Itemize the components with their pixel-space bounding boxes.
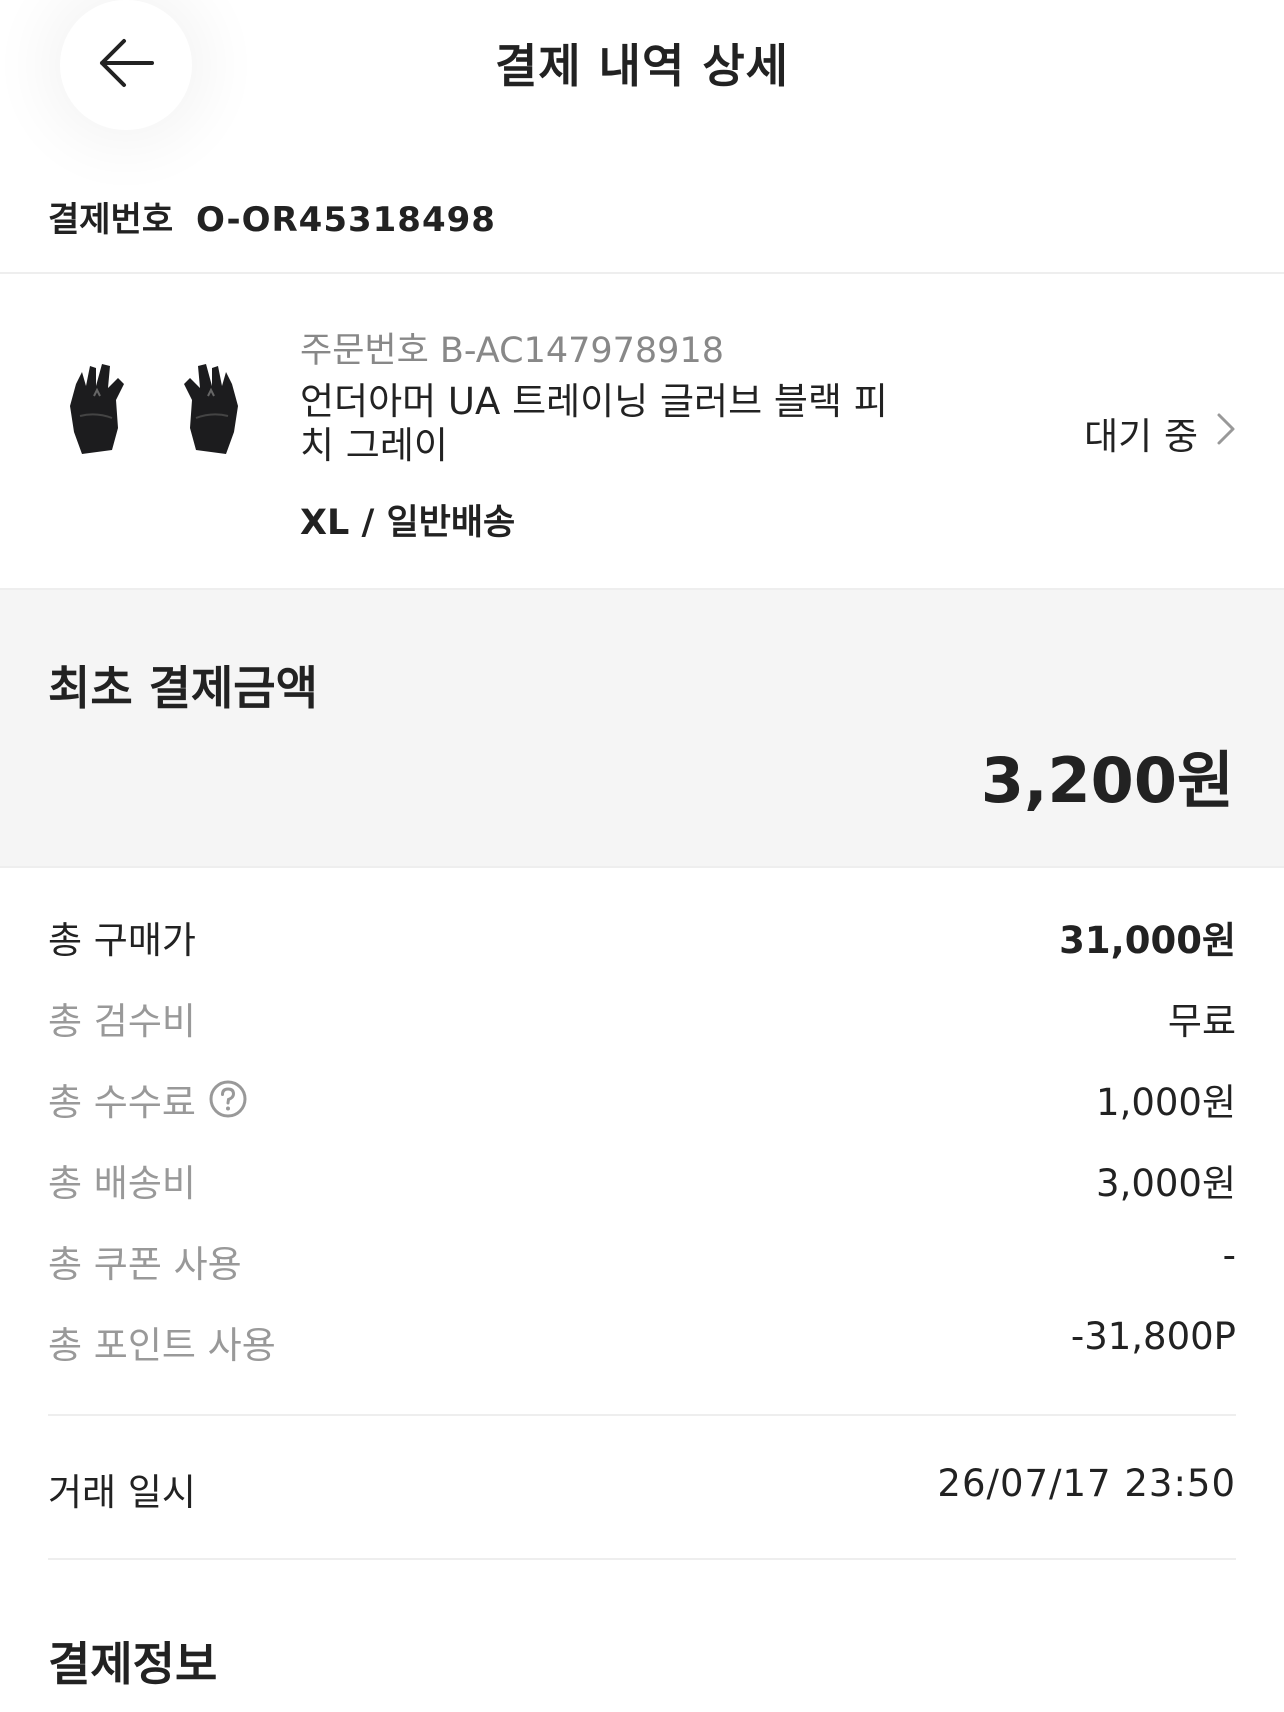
- payment-number-value: O-OR45318498: [195, 200, 496, 240]
- breakdown-row: 총 배송비 3,000원: [48, 1143, 1236, 1224]
- payment-info-title: 결제정보: [48, 1637, 218, 1691]
- breakdown-value: -: [1222, 1234, 1236, 1277]
- product-name: 언더아머 UA 트레이닝 글러브 블랙 피치 그레이: [300, 380, 888, 467]
- divider: [48, 1414, 1236, 1416]
- breakdown-label: 총 쿠폰 사용: [48, 1243, 242, 1286]
- divider: [48, 1558, 1236, 1560]
- breakdown-value: -31,800P: [1070, 1315, 1236, 1358]
- breakdown-label: 총 검수비: [48, 1000, 196, 1043]
- question-circle-icon[interactable]: [208, 1079, 248, 1119]
- order-status[interactable]: 대기 중: [1084, 406, 1236, 460]
- page-title: 결제 내역 상세: [495, 39, 789, 93]
- payment-number-label: 결제번호: [48, 200, 174, 240]
- breakdown-label-with-help: 총 수수료: [48, 1072, 248, 1126]
- order-number: 주문번호 B-AC147978918: [300, 331, 724, 371]
- chevron-right-icon: [1198, 412, 1236, 455]
- breakdown-row: 총 쿠폰 사용 -: [48, 1224, 1236, 1305]
- product-option: XL / 일반배송: [300, 503, 516, 543]
- product-item[interactable]: 주문번호 B-AC147978918 언더아머 UA 트레이닝 글러브 블랙 피…: [0, 276, 1284, 588]
- breakdown-row: 총 구매가 31,000원: [48, 900, 1236, 981]
- total-payment-label: 최초 결제금액: [48, 661, 318, 715]
- transaction-date-label: 거래 일시: [48, 1471, 196, 1514]
- header: 결제 내역 상세: [0, 0, 1284, 130]
- breakdown-row: 총 검수비 무료: [48, 981, 1236, 1062]
- gloves-thumbnail: [60, 356, 250, 466]
- breakdown-value: 1,000원: [1096, 1081, 1236, 1124]
- breakdown-value: 31,000원: [1059, 919, 1236, 962]
- breakdown-value: 무료: [1167, 1000, 1236, 1043]
- breakdown-row: 총 수수료 1,000원: [48, 1062, 1236, 1143]
- divider: [0, 866, 1284, 868]
- breakdown-value: 3,000원: [1096, 1162, 1236, 1205]
- payment-number: 결제번호 O-OR45318498: [48, 192, 496, 241]
- breakdown-label: 총 구매가: [48, 919, 196, 962]
- price-breakdown: 총 구매가 31,000원 총 검수비 무료 총 수수료 1,000원 총 배송…: [48, 900, 1236, 1386]
- status-label: 대기 중: [1084, 415, 1198, 458]
- breakdown-label: 총 수수료: [48, 1081, 196, 1124]
- breakdown-label: 총 배송비: [48, 1162, 196, 1205]
- divider: [0, 272, 1284, 274]
- payment-detail-page: 결제 내역 상세 결제번호 O-OR45318498 주문번호 B-AC1479…: [0, 0, 1284, 1712]
- total-payment-amount: 3,200원: [980, 744, 1234, 817]
- breakdown-row: 총 포인트 사용 -31,800P: [48, 1305, 1236, 1386]
- breakdown-label: 총 포인트 사용: [48, 1324, 276, 1367]
- transaction-date-value: 26/07/17 23:50: [937, 1462, 1236, 1505]
- total-payment-section: 최초 결제금액 3,200원: [0, 590, 1284, 866]
